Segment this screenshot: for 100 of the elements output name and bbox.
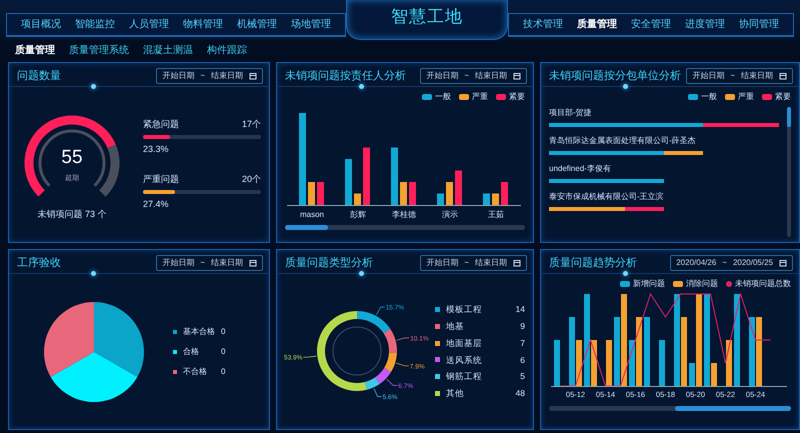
panel-title: 质量问题趋势分析 — [549, 256, 637, 271]
leader-line — [396, 337, 410, 340]
legend-label: 一般 — [435, 91, 451, 103]
nav-tab[interactable]: 智能监控 — [69, 16, 121, 33]
bar — [606, 340, 612, 386]
axis-label: 李桂德 — [392, 210, 416, 219]
legend-label: 模板工程 — [446, 303, 483, 316]
leader-line — [303, 355, 317, 358]
gauge-value: 55 — [60, 148, 84, 167]
legend-value: 0 — [221, 346, 226, 358]
page-title: 智慧工地 — [346, 0, 508, 40]
legend-value: 6 — [520, 354, 525, 366]
panel-title: 问题数量 — [17, 68, 61, 84]
panel-title: 未销项问题按责任人分析 — [285, 68, 406, 84]
legend-value: 14 — [516, 303, 525, 316]
leader-line — [396, 362, 410, 366]
bar — [354, 194, 361, 205]
leader-line — [386, 378, 398, 386]
bar — [391, 148, 398, 205]
glow-dot — [359, 271, 364, 276]
date-range-field[interactable]: 2020/04/26 ~ 2020/05/25 — [670, 255, 793, 271]
scrollbar-thumb[interactable] — [787, 107, 791, 127]
nav-tab[interactable]: 人员管理 — [123, 16, 175, 33]
nav-tab[interactable]: 协同管理 — [733, 16, 785, 33]
scrollbar-thumb[interactable] — [285, 225, 328, 230]
scrollbar-thumb[interactable] — [674, 406, 791, 411]
sub-nav-tab[interactable]: 构件跟踪 — [202, 42, 252, 58]
glow-dot — [623, 271, 628, 276]
bar-percent: 27.4% — [143, 198, 170, 211]
bar-count: 17个 — [242, 118, 261, 130]
legend-label: 基本合格 — [183, 326, 216, 338]
legend-label: 一般 — [701, 91, 717, 103]
bar — [446, 182, 453, 205]
leader-line — [376, 306, 386, 315]
row-label: 项目部-贺捷 — [549, 107, 593, 119]
leader-line — [374, 388, 382, 396]
bar — [308, 182, 315, 205]
calendar-icon — [249, 259, 257, 267]
gauge-track — [99, 144, 120, 196]
legend-value: 9 — [520, 320, 525, 333]
bar — [483, 194, 490, 205]
nav-tab[interactable]: 机械管理 — [231, 16, 283, 33]
donut-segment — [375, 367, 392, 384]
panel-title: 质量问题类型分析 — [285, 256, 373, 271]
legend-label: 严重 — [472, 91, 488, 103]
bar — [317, 182, 324, 205]
date-range-field[interactable]: 开始日期 ~ 结束日期 — [420, 68, 527, 84]
legend-label: 钢筋工程 — [446, 370, 483, 383]
nav-tab[interactable]: 进度管理 — [679, 16, 731, 33]
axis-label: 彭辉 — [350, 210, 366, 219]
panel-title: 工序验收 — [17, 256, 61, 271]
bar — [400, 182, 407, 205]
gauge-footer: 未销项问题 73 个 — [17, 208, 127, 222]
bar — [644, 317, 650, 386]
legend-value: 48 — [516, 387, 525, 400]
legend-label: 不合格 — [183, 366, 208, 378]
date-range-field[interactable]: 开始日期 ~ 结束日期 — [156, 255, 263, 271]
bar — [726, 340, 732, 386]
bar-count: 20个 — [242, 172, 261, 186]
row-label: 泰安市保成机械有限公司-王立滨 — [549, 191, 665, 203]
legend-value: 7 — [520, 336, 525, 350]
row-label: undefined-李俊有 — [549, 163, 612, 175]
bar — [659, 340, 665, 386]
glow-dot — [91, 84, 96, 89]
legend-value: 0 — [221, 366, 226, 378]
date-range-field[interactable]: 开始日期 ~ 结束日期 — [156, 68, 263, 84]
bar — [363, 148, 370, 205]
bar — [501, 182, 508, 205]
bar — [492, 194, 499, 205]
legend-label: 紧要 — [509, 91, 525, 103]
nav-tab[interactable]: 安全管理 — [625, 16, 677, 33]
axis-label: mason — [300, 210, 324, 219]
date-range-field[interactable]: 开始日期 ~ 结束日期 — [686, 68, 793, 84]
sub-nav-tab[interactable]: 质量管理系统 — [64, 42, 134, 58]
date-range-field[interactable]: 开始日期 ~ 结束日期 — [420, 255, 527, 271]
bar — [554, 340, 560, 386]
bar-label: 紧急问题 — [143, 118, 179, 130]
nav-tab[interactable]: 物料管理 — [177, 16, 229, 33]
legend-label: 消除问题 — [686, 278, 718, 290]
legend-value: 5 — [520, 370, 525, 383]
nav-tab[interactable]: 质量管理 — [571, 16, 623, 33]
legend-value: 0 — [221, 326, 226, 338]
nav-tab[interactable]: 项目概况 — [15, 16, 67, 33]
donut-inner-ring — [332, 326, 382, 375]
bar — [409, 182, 416, 205]
legend-label: 严重 — [738, 91, 754, 103]
nav-tab[interactable]: 场地管理 — [285, 16, 337, 33]
calendar-icon — [779, 259, 787, 267]
donut-segment — [384, 352, 397, 372]
bar-label: 严重问题 — [143, 172, 179, 186]
legend-label: 其他 — [446, 387, 465, 400]
nav-tab[interactable]: 技术管理 — [517, 16, 569, 33]
legend-label: 紧要 — [775, 91, 791, 103]
glow-dot — [359, 84, 364, 89]
legend-label: 地面基层 — [446, 336, 483, 350]
sub-nav-tab[interactable]: 质量管理 — [10, 42, 60, 58]
glow-dot — [91, 271, 96, 276]
legend-label: 未销项问题总数 — [735, 278, 791, 290]
axis-label: 演示 — [442, 210, 458, 219]
sub-nav-tab[interactable]: 混凝土测温 — [138, 42, 198, 58]
